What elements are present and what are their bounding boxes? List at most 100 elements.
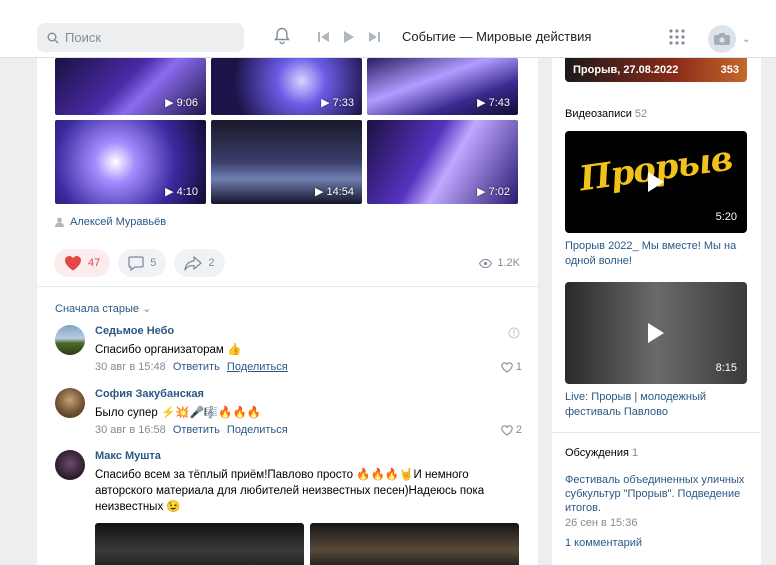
play-small-icon: ▶ bbox=[165, 97, 174, 109]
play-small-icon: ▶ bbox=[321, 97, 330, 109]
play-icon bbox=[648, 323, 664, 343]
reply-link[interactable]: Ответить bbox=[173, 424, 220, 436]
info-icon[interactable] bbox=[508, 327, 520, 339]
comment-like-count: 2 bbox=[515, 424, 522, 436]
comment-avatar[interactable] bbox=[55, 325, 85, 355]
comment-date: 30 авг в 16:58 bbox=[95, 424, 166, 436]
video-thumbnail[interactable]: ▶ 9:06 bbox=[55, 58, 206, 115]
video-duration: 7:33 bbox=[332, 96, 354, 109]
comment-attachments bbox=[95, 523, 519, 565]
play-icon bbox=[648, 172, 664, 192]
post-reactions: 47 5 2 bbox=[54, 249, 225, 277]
video-duration: 4:10 bbox=[176, 185, 198, 198]
video-thumbnail[interactable]: ▶ 14:54 bbox=[211, 120, 362, 204]
comment-like-count: 1 bbox=[515, 361, 522, 373]
eye-icon bbox=[479, 258, 493, 268]
video-thumbnail[interactable]: ▶ 4:10 bbox=[55, 120, 206, 204]
comment-text: Спасибо всем за тёплый приём!Павлово про… bbox=[95, 469, 485, 513]
comment-button[interactable]: 5 bbox=[118, 249, 167, 277]
top-header: Поиск Событие — Мировые действия ⌄ bbox=[0, 0, 776, 58]
views-count: 1.2K bbox=[497, 257, 520, 269]
apps-grid-icon[interactable] bbox=[668, 28, 686, 46]
like-count: 47 bbox=[88, 257, 101, 269]
play-small-icon: ▶ bbox=[477, 186, 486, 198]
search-input[interactable]: Поиск bbox=[37, 23, 244, 52]
comment-like[interactable]: 1 bbox=[501, 361, 522, 373]
comment-avatar[interactable] bbox=[55, 450, 85, 480]
discussion-date: 26 сен в 15:36 bbox=[565, 517, 638, 529]
comments-sort-dropdown[interactable]: Сначала старые ⌄ bbox=[55, 302, 151, 315]
comment-author[interactable]: Макс Мушта bbox=[95, 450, 161, 462]
comment-author[interactable]: София Закубанская bbox=[95, 388, 204, 400]
reply-link[interactable]: Ответить bbox=[173, 361, 220, 373]
comment-meta: 30 авг в 15:48 Ответить Поделиться bbox=[95, 361, 288, 373]
comment-meta: 30 авг в 16:58 Ответить Поделиться bbox=[95, 424, 288, 436]
video-duration: 5:20 bbox=[715, 211, 737, 223]
sidebar-video[interactable]: Прорыв 5:20 bbox=[565, 131, 747, 233]
play-icon[interactable] bbox=[344, 31, 354, 43]
sidebar-video[interactable]: 8:15 bbox=[565, 282, 747, 384]
album-cover[interactable]: Прорыв, 27.08.2022 353 bbox=[565, 58, 747, 82]
chevron-down-icon: ⌄ bbox=[142, 303, 152, 315]
comment-avatar[interactable] bbox=[55, 388, 85, 418]
share-link[interactable]: Поделиться bbox=[227, 424, 288, 436]
heart-icon bbox=[65, 256, 81, 271]
camera-icon bbox=[714, 33, 730, 45]
play-small-icon: ▶ bbox=[477, 97, 486, 109]
comment-icon bbox=[128, 255, 144, 271]
share-link[interactable]: Поделиться bbox=[227, 361, 288, 373]
right-sidebar: Прорыв, 27.08.2022 353 Видеозаписи 52 Про… bbox=[552, 58, 761, 565]
comment-text: Спасибо организаторам 👍 bbox=[95, 344, 242, 356]
video-duration: 7:43 bbox=[488, 96, 510, 109]
post-author[interactable]: Алексей Муравьёв bbox=[55, 216, 166, 228]
attachment-image[interactable] bbox=[95, 523, 304, 565]
now-playing-title[interactable]: Событие — Мировые действия bbox=[402, 29, 591, 44]
attachment-image[interactable] bbox=[310, 523, 519, 565]
bell-icon[interactable] bbox=[274, 27, 290, 45]
discussion-title[interactable]: Фестиваль объединенных уличных субкульту… bbox=[565, 473, 750, 515]
sidebar-video-title[interactable]: Live: Прорыв | молодежный фестиваль Павл… bbox=[565, 390, 750, 420]
divider bbox=[552, 432, 761, 433]
previous-track-icon[interactable] bbox=[318, 32, 330, 42]
video-thumbnail[interactable]: ▶ 7:43 bbox=[367, 58, 518, 115]
next-track-icon[interactable] bbox=[368, 32, 380, 42]
author-name: Алексей Муравьёв bbox=[70, 216, 167, 228]
video-duration: 9:06 bbox=[176, 96, 198, 109]
post-card: ▶ 9:06 ▶ 7:33 ▶ 7:43 ▶ 4:10 ▶ 14:54 ▶ 7:02 Але… bbox=[37, 58, 538, 565]
like-button[interactable]: 47 bbox=[54, 249, 111, 277]
videos-count: 52 bbox=[634, 108, 648, 120]
divider bbox=[37, 286, 538, 287]
album-count: 353 bbox=[720, 64, 739, 76]
comment-text: Было супер ⚡💥🎤🎼🔥🔥🔥 bbox=[95, 407, 262, 419]
comment-date: 30 авг в 15:48 bbox=[95, 361, 166, 373]
play-small-icon: ▶ bbox=[165, 186, 174, 198]
comment-like[interactable]: 2 bbox=[501, 424, 522, 436]
share-icon bbox=[184, 255, 203, 271]
comment-item: София Закубанская Было супер ⚡💥🎤🎼🔥🔥🔥 30 … bbox=[55, 388, 522, 443]
album-title: Прорыв, 27.08.2022 bbox=[573, 64, 679, 76]
audio-player-controls bbox=[318, 31, 380, 43]
views-counter: 1.2K bbox=[479, 257, 520, 269]
chevron-down-icon[interactable]: ⌄ bbox=[742, 34, 750, 45]
comment-item: Седьмое Небо Спасибо организаторам 👍 30 … bbox=[55, 325, 522, 380]
user-icon bbox=[55, 217, 64, 227]
sidebar-video-title[interactable]: Прорыв 2022_ Мы вместе! Мы на одной волн… bbox=[565, 239, 750, 269]
search-placeholder: Поиск bbox=[65, 30, 102, 45]
discussion-comments-link[interactable]: 1 комментарий bbox=[565, 537, 642, 549]
comment-author[interactable]: Седьмое Небо bbox=[95, 325, 174, 337]
play-small-icon: ▶ bbox=[315, 186, 324, 198]
video-thumbnail[interactable]: ▶ 7:33 bbox=[211, 58, 362, 115]
discussions-block-title[interactable]: Обсуждения 1 bbox=[565, 447, 638, 459]
comment-item: Макс Мушта Спасибо всем за тёплый приём!… bbox=[55, 450, 520, 520]
video-thumbnail[interactable]: ▶ 7:02 bbox=[367, 120, 518, 204]
discussions-count: 1 bbox=[631, 447, 639, 459]
share-count: 2 bbox=[208, 257, 215, 269]
share-button[interactable]: 2 bbox=[174, 249, 225, 277]
video-duration: 8:15 bbox=[715, 362, 737, 374]
video-duration: 14:54 bbox=[326, 185, 354, 198]
profile-avatar[interactable] bbox=[708, 25, 736, 53]
heart-outline-icon bbox=[501, 424, 513, 436]
heart-outline-icon bbox=[501, 361, 513, 373]
search-icon bbox=[47, 32, 59, 43]
videos-block-title[interactable]: Видеозаписи 52 bbox=[565, 108, 647, 120]
